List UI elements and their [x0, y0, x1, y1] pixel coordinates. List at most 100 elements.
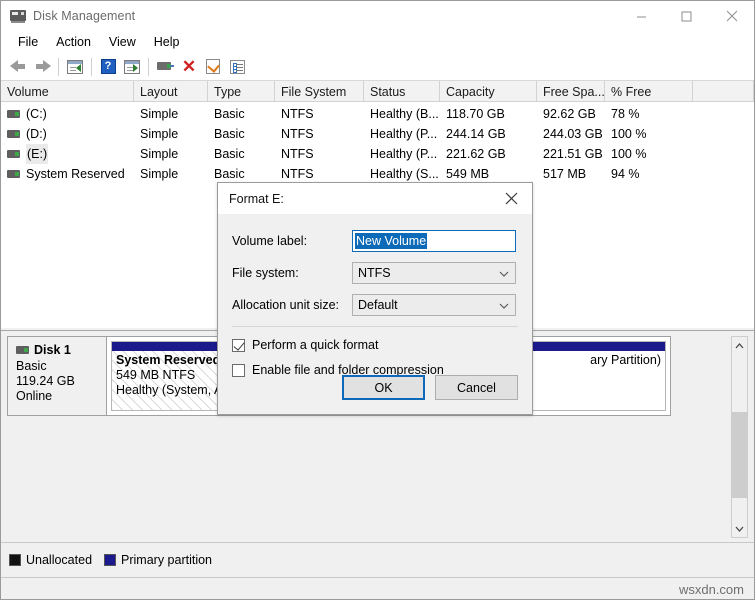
toolbar: ? ✕ — [1, 53, 754, 81]
quick-format-label: Perform a quick format — [252, 338, 379, 352]
disk-properties-icon[interactable] — [153, 55, 177, 79]
forward-icon[interactable] — [30, 55, 54, 79]
cell-status: Healthy (P... — [370, 147, 438, 161]
disk-type: Basic — [16, 359, 47, 373]
cell-file-system: NTFS — [281, 147, 314, 161]
chevron-down-icon — [499, 295, 509, 317]
rescan-disks-icon[interactable] — [201, 55, 225, 79]
watermark: wsxdn.com — [678, 582, 744, 597]
cell-type: Basic — [214, 147, 245, 161]
legend-swatch-primary — [104, 554, 117, 566]
volume-list-header: Volume Layout Type File System Status Ca… — [1, 81, 754, 102]
vertical-scrollbar[interactable] — [731, 336, 748, 538]
maximize-button[interactable] — [664, 1, 709, 31]
minimize-button[interactable] — [619, 1, 664, 31]
scroll-up-icon[interactable] — [732, 337, 747, 354]
toolbar-separator — [148, 57, 149, 76]
column-header-layout[interactable]: Layout — [134, 81, 208, 102]
toolbar-separator — [91, 57, 92, 76]
dialog-divider — [232, 326, 518, 327]
cell-free-space: 221.51 GB — [543, 147, 603, 161]
column-header-status[interactable]: Status — [364, 81, 440, 102]
table-row[interactable]: (D:) Simple Basic NTFS Healthy (P... 244… — [1, 124, 754, 144]
column-header-percent-free[interactable]: % Free — [605, 81, 693, 102]
title-bar: Disk Management — [1, 1, 754, 31]
legend: Unallocated Primary partition — [1, 542, 754, 577]
disk-status: Online — [16, 389, 53, 403]
volume-icon — [7, 170, 20, 178]
scrollbar-track[interactable] — [732, 354, 747, 520]
cell-layout: Simple — [140, 107, 179, 121]
ok-button[interactable]: OK — [342, 375, 425, 400]
scrollbar-thumb[interactable] — [732, 412, 747, 498]
cell-file-system: NTFS — [281, 167, 314, 181]
delete-icon[interactable]: ✕ — [177, 55, 201, 79]
menu-bar: File Action View Help — [1, 31, 754, 53]
scroll-down-icon[interactable] — [732, 520, 747, 537]
back-icon[interactable] — [6, 55, 30, 79]
column-header-capacity[interactable]: Capacity — [440, 81, 537, 102]
checkbox-row-quick-format[interactable]: Perform a quick format — [232, 338, 518, 352]
cell-capacity: 244.14 GB — [446, 127, 506, 141]
table-row[interactable]: (E:) Simple Basic NTFS Healthy (P... 221… — [1, 144, 754, 164]
label-file-system: File system: — [232, 266, 299, 280]
all-tasks-icon[interactable] — [225, 55, 249, 79]
legend-label-primary: Primary partition — [121, 553, 213, 567]
cell-file-system: NTFS — [281, 127, 314, 141]
table-row[interactable]: (C:) Simple Basic NTFS Healthy (B... 118… — [1, 104, 754, 124]
column-header-blank[interactable] — [693, 81, 754, 102]
cell-capacity: 221.62 GB — [446, 147, 506, 161]
status-bar — [1, 577, 754, 599]
allocation-unit-size-select[interactable]: Default — [352, 294, 516, 316]
cell-volume-label: System Reserved — [26, 167, 125, 181]
disk-management-window: Disk Management File Action View Help ? … — [0, 0, 755, 600]
column-header-free-space[interactable]: Free Spa... — [537, 81, 605, 102]
menu-item-file[interactable]: File — [9, 32, 47, 52]
cell-volume: (D:) — [1, 124, 134, 144]
cell-type: Basic — [214, 167, 245, 181]
window-controls — [619, 1, 754, 31]
cancel-button[interactable]: Cancel — [435, 375, 518, 400]
cell-free-space: 244.03 GB — [543, 127, 603, 141]
column-header-volume[interactable]: Volume — [1, 81, 134, 102]
cell-status: Healthy (P... — [370, 127, 438, 141]
dialog-title-bar: Format E: — [218, 183, 532, 214]
cell-volume-label: (D:) — [26, 127, 47, 141]
disk-info-panel[interactable]: Disk 1 Basic 119.24 GB Online — [8, 337, 107, 415]
label-volume-label: Volume label: — [232, 234, 308, 248]
menu-item-help[interactable]: Help — [145, 32, 189, 52]
cell-file-system: NTFS — [281, 107, 314, 121]
file-system-select[interactable]: NTFS — [352, 262, 516, 284]
cell-percent-free: 78 % — [611, 107, 640, 121]
column-header-type[interactable]: Type — [208, 81, 275, 102]
compression-checkbox[interactable] — [232, 363, 245, 377]
window-title: Disk Management — [33, 9, 136, 23]
close-button[interactable] — [709, 1, 754, 31]
help-icon[interactable]: ? — [96, 55, 120, 79]
cell-layout: Simple — [140, 127, 179, 141]
column-header-file-system[interactable]: File System — [275, 81, 364, 102]
cell-free-space: 517 MB — [543, 167, 587, 181]
disk-drive-icon — [10, 8, 26, 24]
menu-item-view[interactable]: View — [100, 32, 145, 52]
legend-item-unallocated: Unallocated — [9, 553, 92, 567]
quick-format-checkbox[interactable] — [232, 338, 245, 352]
menu-item-action[interactable]: Action — [47, 32, 100, 52]
cell-layout: Simple — [140, 147, 179, 161]
cell-percent-free: 94 % — [611, 167, 640, 181]
cell-volume-label: (C:) — [26, 107, 47, 121]
show-hide-console-tree-icon[interactable] — [63, 55, 87, 79]
table-row[interactable]: System Reserved Simple Basic NTFS Health… — [1, 164, 754, 184]
format-dialog: Format E: Volume label: New Volume File … — [217, 182, 533, 415]
volume-label-value: New Volume — [355, 233, 428, 249]
disk-size: 119.24 GB — [16, 374, 75, 388]
disk-name: Disk 1 — [34, 343, 71, 357]
label-allocation-unit-size: Allocation unit size: — [232, 298, 340, 312]
volume-label-input[interactable]: New Volume — [352, 230, 516, 252]
cell-volume: System Reserved — [1, 164, 134, 184]
cell-volume: (C:) — [1, 104, 134, 124]
chevron-down-icon — [499, 263, 509, 285]
legend-item-primary-partition: Primary partition — [104, 553, 212, 567]
dialog-close-button[interactable] — [490, 183, 532, 214]
show-hide-action-pane-icon[interactable] — [120, 55, 144, 79]
